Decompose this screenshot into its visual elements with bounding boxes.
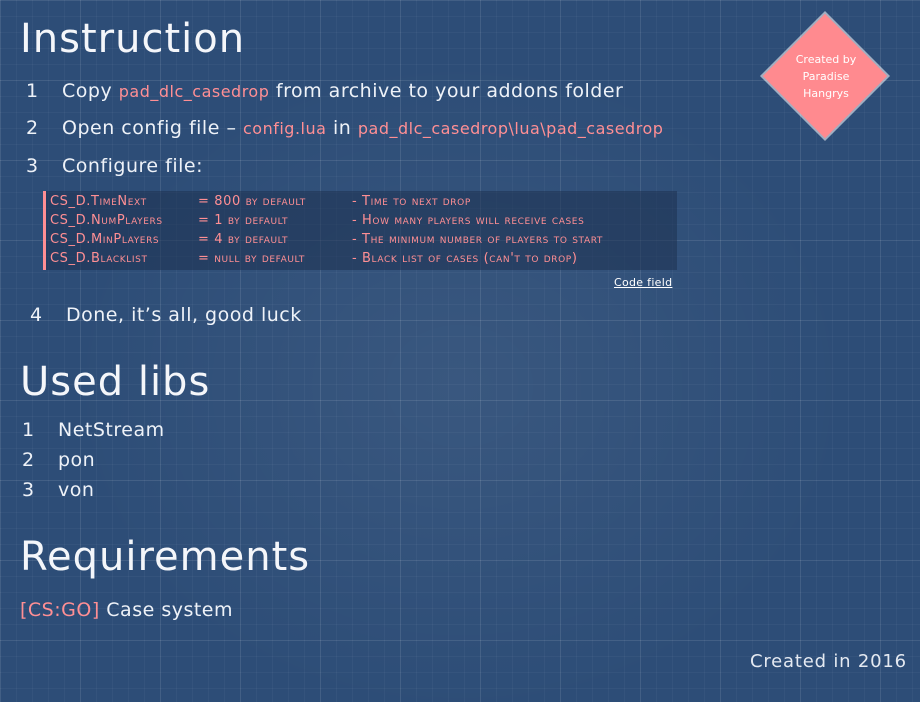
- lib-name: pon: [58, 449, 96, 471]
- step-text: Copy: [62, 80, 113, 102]
- badge-line: Created by: [795, 53, 857, 66]
- requirement-name: Case system: [106, 599, 234, 621]
- config-key: CS_D.NumPlayers: [50, 213, 163, 228]
- step-text: Done, it’s all, good luck: [66, 304, 302, 326]
- requirement-item: [CS:GO] Case system: [20, 599, 233, 621]
- config-row: CS_D.Blacklist = null by default - Black…: [50, 251, 677, 270]
- step-text: in: [332, 117, 352, 139]
- config-value: = 1 by default: [198, 213, 289, 228]
- lib-name: von: [58, 479, 95, 501]
- step-code: pad_dlc_casedrop: [118, 82, 270, 101]
- config-value: = null by default: [198, 251, 306, 266]
- step-number: 4: [30, 304, 43, 326]
- lib-number: 2: [22, 449, 35, 471]
- config-row: CS_D.TimeNext = 800 by default - Time to…: [50, 194, 677, 213]
- badge-line: Paradise: [802, 70, 850, 83]
- config-description: - Black list of cases (can't to drop): [352, 251, 578, 266]
- lib-item: 3 von: [22, 479, 94, 501]
- lib-number: 1: [22, 419, 35, 441]
- step-2: 2 Open config file – config.lua in pad_dl…: [26, 117, 663, 139]
- config-code-block: CS_D.TimeNext = 800 by default - Time to…: [43, 191, 677, 270]
- code-field-link[interactable]: Code field: [614, 276, 672, 289]
- config-value: = 4 by default: [198, 232, 289, 247]
- lib-item: 2 pon: [22, 449, 95, 471]
- step-1: 1 Copy pad_dlc_casedrop from archive to y…: [26, 80, 623, 102]
- step-code: config.lua: [243, 119, 327, 138]
- instruction-title: Instruction: [20, 16, 246, 62]
- badge-line: Hangrys: [803, 87, 849, 100]
- requirement-tag: [CS:GO]: [20, 599, 100, 621]
- config-row: CS_D.NumPlayers = 1 by default - How man…: [50, 213, 677, 232]
- config-key: CS_D.Blacklist: [50, 251, 148, 266]
- used-libs-title: Used libs: [20, 359, 211, 405]
- step-3: 3 Configure file:: [26, 155, 203, 177]
- step-text: Configure file:: [62, 155, 203, 177]
- config-description: - How many players will receive cases: [352, 213, 585, 228]
- step-4: 4 Done, it’s all, good luck: [30, 304, 302, 326]
- step-number: 2: [26, 117, 39, 139]
- lib-item: 1 NetStream: [22, 419, 165, 441]
- config-description: - The minimum number of players to start: [352, 232, 603, 247]
- author-badge-text: Created by Paradise Hangrys: [776, 51, 876, 102]
- config-value: = 800 by default: [198, 194, 306, 209]
- footer-created: Created in 2016: [750, 651, 907, 672]
- lib-name: NetStream: [58, 419, 165, 441]
- config-key: CS_D.MinPlayers: [50, 232, 160, 247]
- config-key: CS_D.TimeNext: [50, 194, 147, 209]
- step-number: 3: [26, 155, 39, 177]
- step-number: 1: [26, 80, 39, 102]
- config-row: CS_D.MinPlayers = 4 by default - The min…: [50, 232, 677, 251]
- config-description: - Time to next drop: [352, 194, 471, 209]
- step-text: from archive to your addons folder: [275, 80, 624, 102]
- step-code: pad_dlc_casedrop\lua\pad_casedrop: [357, 119, 664, 138]
- lib-number: 3: [22, 479, 35, 501]
- step-text: Open config file –: [62, 117, 237, 139]
- requirements-title: Requirements: [20, 534, 311, 580]
